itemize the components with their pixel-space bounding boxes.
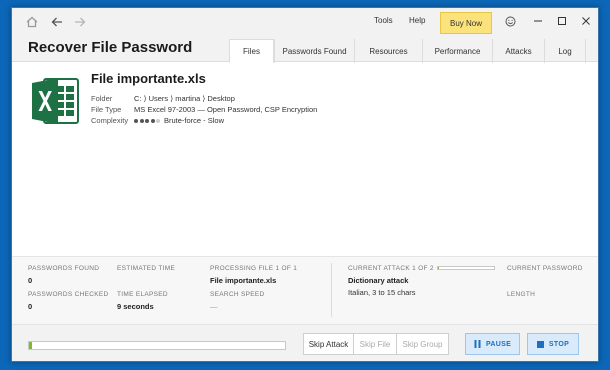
tab-attacks[interactable]: Attacks (492, 39, 544, 63)
tools-menu[interactable]: Tools (374, 16, 393, 25)
pause-button[interactable]: PAUSE (465, 333, 520, 355)
skip-attack-button[interactable]: Skip Attack (303, 333, 354, 355)
passwords-checked-label: PASSWORDS CHECKED (28, 291, 109, 298)
minimize-icon[interactable] (530, 13, 546, 29)
forward-arrow-icon[interactable] (71, 13, 89, 31)
stats-panel: PASSWORDS FOUND 0 PASSWORDS CHECKED 0 ES… (12, 256, 598, 324)
attack-progress-fill (438, 267, 440, 269)
file-type-label: File Type (91, 105, 122, 114)
current-attack-label: CURRENT ATTACK 1 OF 2 (348, 265, 434, 272)
file-type-value: MS Excel 97-2003 — Open Password, CSP En… (134, 105, 318, 114)
buy-now-button[interactable]: Buy Now (440, 12, 492, 34)
passwords-found-value: 0 (28, 276, 33, 285)
page-title: Recover File Password (28, 39, 193, 56)
smiley-feedback-icon[interactable] (502, 13, 518, 29)
complexity-dot (139, 118, 144, 123)
complexity-dot (150, 118, 155, 123)
home-icon[interactable] (23, 13, 41, 31)
folder-path: C: ⟩ Users ⟩ martina ⟩ Desktop (134, 94, 235, 103)
footer-bar: Skip Attack Skip File Skip Group PAUSE S… (12, 324, 598, 361)
close-icon[interactable] (578, 13, 594, 29)
current-attack-detail: Italian, 3 to 15 chars (348, 288, 416, 297)
back-arrow-icon[interactable] (48, 13, 66, 31)
complexity-dot (134, 118, 138, 123)
stop-button[interactable]: STOP (527, 333, 579, 355)
complexity-value: Brute-force - Slow (134, 116, 224, 125)
stop-label: STOP (548, 340, 570, 348)
folder-label: Folder (91, 94, 113, 103)
tab-performance[interactable]: Performance (422, 39, 492, 63)
search-speed-label: SEARCH SPEED (210, 291, 265, 298)
search-speed-value: — (210, 302, 218, 311)
current-password-label: CURRENT PASSWORD (507, 265, 583, 272)
processing-file-label: PROCESSING FILE 1 OF 1 (210, 265, 298, 272)
help-menu[interactable]: Help (409, 16, 425, 25)
overall-progress-bar (28, 341, 286, 350)
stop-icon (536, 340, 544, 348)
app-window: Tools Help Buy Now Recover File Password… (11, 7, 599, 362)
pause-icon (474, 340, 481, 348)
file-name: File importante.xls (91, 71, 206, 86)
attack-progress-bar (437, 266, 495, 270)
maximize-icon[interactable] (554, 13, 570, 29)
overall-progress-fill (29, 342, 32, 349)
processing-file-value: File importante.xls (210, 276, 277, 285)
title-bar: Tools Help Buy Now (12, 8, 598, 36)
complexity-rating-dots (134, 118, 160, 123)
skip-group-button[interactable]: Skip Group (397, 333, 449, 355)
complexity-label: Complexity (91, 116, 129, 125)
complexity-dot (156, 118, 160, 123)
passwords-checked-value: 0 (28, 302, 33, 311)
header-bar: Recover File Password Files Passwords Fo… (12, 36, 598, 63)
time-elapsed-label: TIME ELAPSED (117, 291, 168, 298)
length-label: LENGTH (507, 291, 536, 298)
pause-label: PAUSE (485, 340, 512, 348)
passwords-found-label: PASSWORDS FOUND (28, 265, 100, 272)
time-elapsed-value: 9 seconds (117, 302, 154, 311)
estimated-time-label: ESTIMATED TIME (117, 265, 176, 272)
skip-file-button[interactable]: Skip File (354, 333, 397, 355)
stats-divider (331, 263, 332, 317)
tab-passwords-found[interactable]: Passwords Found (274, 39, 354, 63)
complexity-text: Brute-force - Slow (164, 116, 225, 125)
tab-log[interactable]: Log (544, 39, 586, 63)
tab-files[interactable]: Files (229, 39, 274, 63)
current-attack-value: Dictionary attack (348, 276, 409, 285)
tab-resources[interactable]: Resources (354, 39, 422, 63)
complexity-dot (145, 118, 149, 123)
excel-file-icon (30, 75, 82, 127)
